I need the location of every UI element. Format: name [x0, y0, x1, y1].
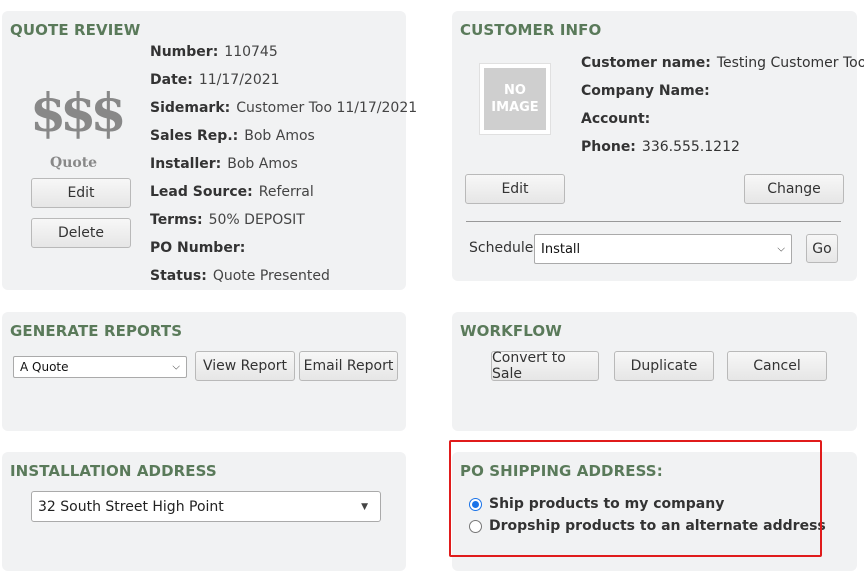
quote-po-number-field: PO Number: [150, 240, 251, 256]
account-field: Account: [581, 111, 656, 127]
field-label: Sidemark: [150, 100, 231, 116]
customer-info-title: CUSTOMER INFO [460, 21, 602, 39]
triangle-down-icon: ▼ [361, 501, 368, 512]
schedule-select[interactable]: Install ⌵ [534, 234, 792, 264]
installation-address-value: 32 South Street High Point [38, 498, 224, 515]
schedule-go-button[interactable]: Go [806, 234, 838, 263]
workflow-panel: WORKFLOW Convert to Sale Duplicate Cance… [452, 312, 857, 431]
field-value: Referral [258, 184, 314, 200]
quote-review-panel: QUOTE REVIEW $$$ Quote Edit Delete Numbe… [2, 11, 417, 290]
field-value: 50% DEPOSIT [208, 212, 305, 228]
phone-field: Phone: 336.555.1212 [581, 139, 740, 155]
quote-delete-button[interactable]: Delete [31, 218, 131, 248]
generate-reports-title: GENERATE REPORTS [10, 322, 183, 340]
field-label: Number: [150, 44, 219, 60]
field-value: Bob Amos [244, 128, 315, 144]
chevron-down-icon: ⌵ [777, 243, 785, 255]
quote-number-field: Number: 110745 [150, 44, 278, 60]
field-value: Testing Customer Too [716, 55, 864, 71]
quote-status-field: Status: Quote Presented [150, 268, 330, 284]
field-label: Sales Rep.: [150, 128, 239, 144]
field-label: Lead Source: [150, 184, 253, 200]
quote-dollar-icon: $$$ [30, 83, 127, 144]
quote-sales-rep-field: Sales Rep.: Bob Amos [150, 128, 315, 144]
section-divider [466, 221, 841, 222]
schedule-select-value: Install [541, 241, 581, 257]
field-label: Terms: [150, 212, 203, 228]
quote-icon-label: Quote [50, 155, 98, 171]
field-value: 11/17/2021 [198, 72, 280, 88]
field-value: Bob Amos [227, 156, 298, 172]
field-value: Quote Presented [212, 268, 330, 284]
report-type-select[interactable]: A Quote ⌵ [13, 356, 187, 378]
quote-terms-field: Terms: 50% DEPOSIT [150, 212, 305, 228]
installation-address-panel: INSTALLATION ADDRESS 32 South Street Hig… [2, 452, 406, 571]
view-report-button[interactable]: View Report [195, 351, 295, 381]
workflow-title: WORKFLOW [460, 322, 562, 340]
quote-sidemark-field: Sidemark: Customer Too 11/17/2021 [150, 100, 417, 116]
email-report-button[interactable]: Email Report [299, 351, 398, 381]
installation-address-select[interactable]: 32 South Street High Point ▼ [31, 491, 381, 522]
field-label: PO Number: [150, 240, 246, 256]
quote-edit-button[interactable]: Edit [31, 178, 131, 208]
customer-name-field: Customer name: Testing Customer Too [581, 55, 864, 71]
field-value: 336.555.1212 [641, 139, 740, 155]
schedule-label: Schedule: [469, 240, 539, 256]
customer-info-panel: CUSTOMER INFO NO IMAGE Customer name: Tes… [452, 11, 864, 281]
duplicate-button[interactable]: Duplicate [614, 351, 714, 381]
field-label: Account: [581, 111, 651, 127]
field-label: Status: [150, 268, 207, 284]
generate-reports-panel: GENERATE REPORTS A Quote ⌵ View Report E… [2, 312, 406, 431]
quote-lead-source-field: Lead Source: Referral [150, 184, 314, 200]
company-name-field: Company Name: [581, 83, 716, 99]
field-value: 110745 [224, 44, 278, 60]
cancel-button[interactable]: Cancel [727, 351, 827, 381]
field-label: Installer: [150, 156, 222, 172]
customer-edit-button[interactable]: Edit [465, 174, 565, 204]
report-select-value: A Quote [20, 360, 69, 374]
field-value: Customer Too 11/17/2021 [236, 100, 418, 116]
field-label: Date: [150, 72, 193, 88]
field-label: Phone: [581, 139, 636, 155]
installation-address-title: INSTALLATION ADDRESS [10, 462, 217, 480]
quote-installer-field: Installer: Bob Amos [150, 156, 298, 172]
field-label: Company Name: [581, 83, 710, 99]
no-image-text: NO IMAGE [484, 68, 546, 130]
chevron-down-icon: ⌵ [172, 361, 180, 373]
field-label: Customer name: [581, 55, 711, 71]
customer-image-placeholder: NO IMAGE [479, 63, 551, 135]
quote-review-title: QUOTE REVIEW [10, 21, 141, 39]
quote-date-field: Date: 11/17/2021 [150, 72, 280, 88]
highlight-box [449, 440, 822, 557]
convert-to-sale-button[interactable]: Convert to Sale [491, 350, 599, 382]
customer-change-button[interactable]: Change [744, 174, 844, 204]
